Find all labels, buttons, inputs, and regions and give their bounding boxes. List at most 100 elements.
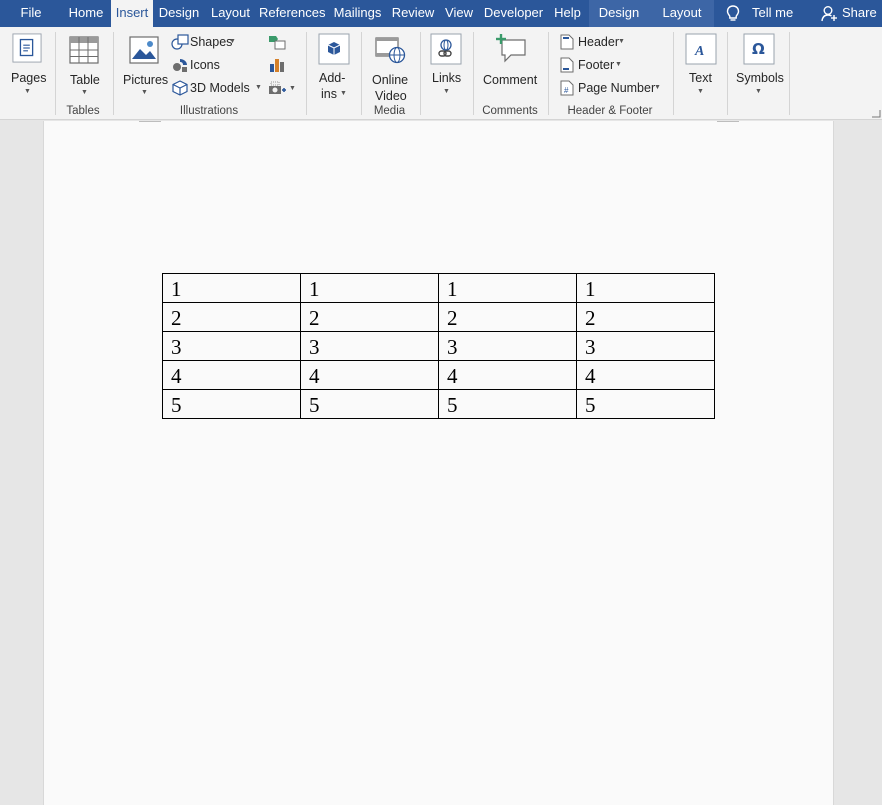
- table-row: 5555: [162, 389, 715, 419]
- table-cell[interactable]: 5: [300, 389, 439, 419]
- left-margin-marker: [139, 121, 161, 122]
- smartart-icon[interactable]: [268, 34, 286, 50]
- table-cell[interactable]: 1: [576, 273, 715, 303]
- page-number-label: Page Number: [578, 81, 656, 95]
- tab-file[interactable]: File: [12, 0, 50, 27]
- tab-table-design[interactable]: Design: [592, 0, 646, 27]
- header-button[interactable]: Header ▼: [559, 33, 629, 52]
- tab-references[interactable]: References: [259, 0, 325, 27]
- footer-icon: [560, 57, 574, 73]
- table-cell[interactable]: 3: [300, 331, 439, 361]
- collapse-ribbon-icon[interactable]: [871, 109, 881, 119]
- comment-icon: [496, 34, 526, 63]
- tab-help[interactable]: Help: [550, 0, 585, 27]
- icons-button[interactable]: Icons: [170, 56, 230, 75]
- table-cell[interactable]: 3: [162, 331, 301, 361]
- tab-developer[interactable]: Developer: [482, 0, 545, 27]
- document-table[interactable]: 11112222333344445555: [162, 273, 715, 419]
- tab-view[interactable]: View: [442, 0, 476, 27]
- table-dropdown-caret: ▼: [81, 89, 88, 96]
- table-cell[interactable]: 5: [438, 389, 577, 419]
- links-button[interactable]: Links ▼: [426, 31, 466, 101]
- svg-text:#: #: [564, 86, 569, 95]
- text-dropdown-caret: ▼: [697, 88, 704, 95]
- table-cell[interactable]: 5: [162, 389, 301, 419]
- shapes-icon: [171, 34, 189, 50]
- share-button[interactable]: Share: [842, 0, 877, 27]
- shapes-button[interactable]: Shapes ▼: [170, 33, 238, 52]
- table-label: Table: [70, 73, 100, 87]
- pages-dropdown-caret: ▼: [24, 88, 31, 95]
- table-cell[interactable]: 4: [300, 360, 439, 390]
- table-button[interactable]: Table ▼: [64, 31, 104, 101]
- group-label-media: Media: [373, 105, 406, 117]
- tab-home[interactable]: Home: [62, 0, 110, 27]
- table-icon: [69, 36, 99, 64]
- add-ins-label-line1: Add-: [319, 71, 346, 85]
- table-cell[interactable]: 1: [300, 273, 439, 303]
- tell-me-search[interactable]: Tell me: [752, 0, 793, 27]
- table-cell[interactable]: 2: [162, 302, 301, 332]
- pictures-label: Pictures: [123, 73, 169, 87]
- table-cell[interactable]: 2: [438, 302, 577, 332]
- 3d-models-button[interactable]: 3D Models ▼: [170, 79, 262, 98]
- group-label-header-footer: Header & Footer: [567, 105, 653, 117]
- shapes-label: Shapes: [190, 35, 233, 49]
- share-person-icon[interactable]: [820, 4, 838, 23]
- pictures-button[interactable]: Pictures ▼: [120, 31, 168, 101]
- symbols-button[interactable]: Ω Symbols ▼: [734, 31, 784, 101]
- table-cell[interactable]: 2: [300, 302, 439, 332]
- ribbon-separator: [789, 32, 790, 115]
- footer-dropdown-caret: ▼: [615, 61, 622, 68]
- lightbulb-icon[interactable]: [724, 4, 742, 23]
- icons-insert-icon: [173, 59, 187, 72]
- table-cell[interactable]: 2: [576, 302, 715, 332]
- screenshot-icon[interactable]: [268, 80, 286, 96]
- tab-table-layout[interactable]: Layout: [656, 0, 708, 27]
- text-label: Text: [689, 71, 712, 85]
- symbols-dropdown-caret: ▼: [755, 88, 762, 95]
- table-row: 2222: [162, 302, 715, 332]
- ribbon-separator: [473, 32, 474, 115]
- pages-button[interactable]: Pages ▼: [8, 31, 46, 101]
- icons-label: Icons: [190, 58, 220, 72]
- right-margin-marker: [717, 121, 739, 122]
- ribbon-insert: Pages ▼ Table ▼ Tables Pictures ▼ Shapes…: [0, 27, 882, 120]
- chart-icon[interactable]: [268, 57, 286, 73]
- online-video-button[interactable]: Online Video: [367, 31, 413, 103]
- footer-button[interactable]: Footer ▼: [559, 56, 629, 75]
- tab-insert[interactable]: Insert: [111, 0, 153, 27]
- comment-button[interactable]: Comment: [480, 31, 542, 101]
- table-cell[interactable]: 1: [438, 273, 577, 303]
- table-cell[interactable]: 3: [576, 331, 715, 361]
- pictures-icon: [129, 36, 159, 64]
- add-ins-button[interactable]: Add- ins ▼: [314, 31, 354, 101]
- table-cell[interactable]: 4: [438, 360, 577, 390]
- add-ins-label-line2: ins: [321, 87, 337, 101]
- header-dropdown-caret: ▼: [618, 38, 625, 45]
- ribbon-separator: [673, 32, 674, 115]
- right-scroll-area: [834, 121, 882, 805]
- table-cell[interactable]: 4: [576, 360, 715, 390]
- table-cell[interactable]: 1: [162, 273, 301, 303]
- links-dropdown-caret: ▼: [443, 88, 450, 95]
- ribbon-separator: [55, 32, 56, 115]
- ribbon-tab-bar: File Home Insert Design Layout Reference…: [0, 0, 882, 27]
- page-number-button[interactable]: # Page Number ▼: [559, 79, 665, 98]
- links-label: Links: [432, 71, 462, 85]
- text-button[interactable]: A Text ▼: [681, 31, 721, 101]
- table-cell[interactable]: 5: [576, 389, 715, 419]
- table-cell[interactable]: 4: [162, 360, 301, 390]
- online-video-label-line1: Online: [372, 73, 409, 87]
- table-row: 4444: [162, 360, 715, 390]
- tab-design[interactable]: Design: [156, 0, 202, 27]
- tab-layout[interactable]: Layout: [207, 0, 254, 27]
- document-page[interactable]: 11112222333344445555: [43, 121, 834, 805]
- screenshot-dropdown-caret[interactable]: ▼: [289, 85, 296, 92]
- tab-review[interactable]: Review: [390, 0, 436, 27]
- table-cell[interactable]: 3: [438, 331, 577, 361]
- group-label-tables: Tables: [66, 105, 100, 117]
- tab-mailings[interactable]: Mailings: [331, 0, 384, 27]
- group-label-comments: Comments: [482, 105, 538, 117]
- pictures-dropdown-caret: ▼: [141, 89, 148, 96]
